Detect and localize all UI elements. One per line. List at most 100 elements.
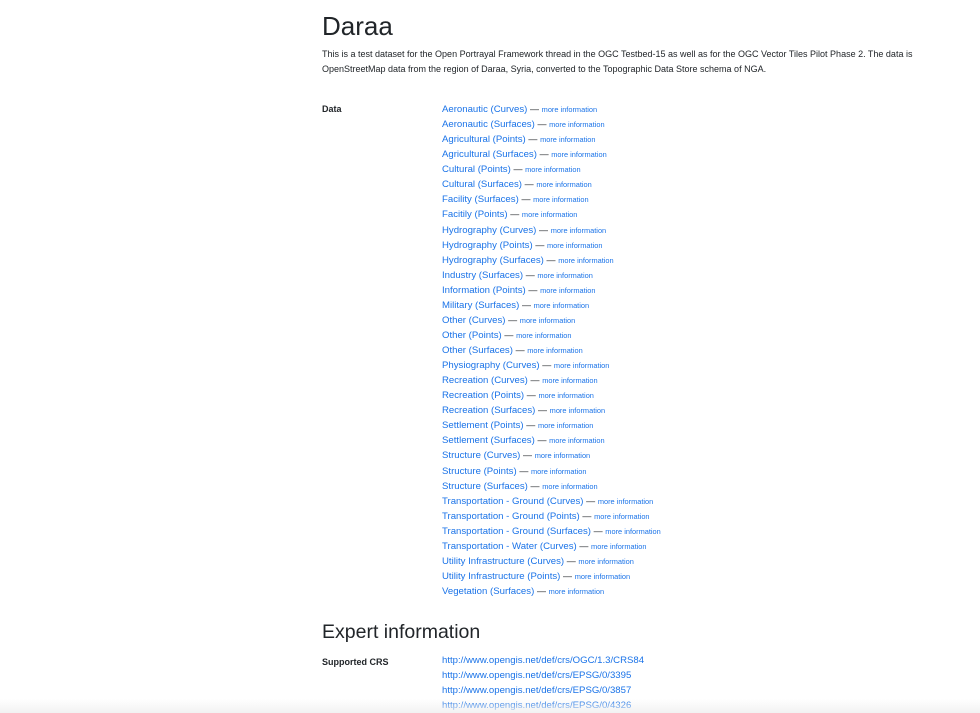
more-information-link[interactable]: more information (554, 361, 609, 370)
separator-dash: — (586, 495, 596, 506)
crs-link[interactable]: http://www.opengis.net/def/crs/EPSG/0/33… (442, 670, 631, 681)
collection-link[interactable]: Facitily (Points) (442, 209, 508, 220)
collection-item: Transportation - Ground (Curves) — more … (442, 494, 661, 509)
collection-item: Facility (Surfaces) — more information (442, 192, 661, 207)
crs-link[interactable]: http://www.opengis.net/def/crs/OGC/1.3/C… (442, 655, 644, 666)
collection-link[interactable]: Structure (Points) (442, 466, 517, 477)
collection-item: Cultural (Surfaces) — more information (442, 177, 661, 192)
more-information-link[interactable]: more information (538, 421, 593, 430)
collection-item: Other (Points) — more information (442, 328, 661, 343)
collection-link[interactable]: Recreation (Points) (442, 390, 524, 401)
dataset-description: This is a test dataset for the Open Port… (322, 47, 980, 77)
separator-dash: — (524, 179, 534, 190)
collection-link[interactable]: Transportation - Ground (Curves) (442, 496, 583, 507)
collection-link[interactable]: Recreation (Surfaces) (442, 405, 535, 416)
collection-link[interactable]: Hydrography (Surfaces) (442, 255, 544, 266)
separator-dash: — (582, 510, 592, 521)
more-information-link[interactable]: more information (536, 180, 591, 189)
more-information-link[interactable]: more information (549, 587, 604, 596)
collection-link[interactable]: Transportation - Ground (Surfaces) (442, 526, 591, 537)
collection-link[interactable]: Hydrography (Curves) (442, 225, 536, 236)
more-information-link[interactable]: more information (551, 226, 606, 235)
more-information-link[interactable]: more information (533, 195, 588, 204)
more-information-link[interactable]: more information (540, 286, 595, 295)
more-information-link[interactable]: more information (542, 482, 597, 491)
more-information-link[interactable]: more information (531, 467, 586, 476)
collection-link[interactable]: Other (Curves) (442, 315, 505, 326)
more-information-link[interactable]: more information (537, 271, 592, 280)
collection-link[interactable]: Transportation - Water (Curves) (442, 541, 577, 552)
more-information-link[interactable]: more information (551, 150, 606, 159)
more-information-link[interactable]: more information (542, 376, 597, 385)
description-line-1: This is a test dataset for the Open Port… (322, 49, 913, 59)
separator-dash: — (535, 239, 545, 250)
separator-dash: — (546, 254, 556, 265)
separator-dash: — (539, 224, 549, 235)
separator-dash: — (579, 540, 589, 551)
collection-link[interactable]: Other (Surfaces) (442, 345, 513, 356)
collection-link[interactable]: Agricultural (Surfaces) (442, 149, 537, 160)
separator-dash: — (537, 119, 547, 130)
more-information-link[interactable]: more information (547, 241, 602, 250)
collection-link[interactable]: Hydrography (Points) (442, 240, 533, 251)
bottom-fade (0, 699, 980, 713)
collection-link[interactable]: Cultural (Surfaces) (442, 179, 522, 190)
more-information-link[interactable]: more information (605, 527, 660, 536)
collection-link[interactable]: Military (Surfaces) (442, 300, 519, 311)
collection-link[interactable]: Aeronautic (Curves) (442, 104, 527, 115)
more-information-link[interactable]: more information (598, 497, 653, 506)
collection-item: Transportation - Ground (Surfaces) — mor… (442, 524, 661, 539)
more-information-link[interactable]: more information (594, 512, 649, 521)
separator-dash: — (510, 209, 520, 220)
more-information-link[interactable]: more information (540, 135, 595, 144)
more-information-link[interactable]: more information (538, 391, 593, 400)
collection-link[interactable]: Physiography (Curves) (442, 360, 540, 371)
collection-link[interactable]: Vegetation (Surfaces) (442, 586, 534, 597)
collection-item: Physiography (Curves) — more information (442, 358, 661, 373)
collection-link[interactable]: Transportation - Ground (Points) (442, 511, 580, 522)
collection-link[interactable]: Facility (Surfaces) (442, 194, 519, 205)
page-title: Daraa (322, 11, 393, 41)
collection-link[interactable]: Structure (Surfaces) (442, 481, 528, 492)
more-information-link[interactable]: more information (575, 572, 630, 581)
more-information-link[interactable]: more information (534, 301, 589, 310)
more-information-link[interactable]: more information (525, 165, 580, 174)
collection-item: Structure (Curves) — more information (442, 448, 661, 463)
collection-link[interactable]: Recreation (Curves) (442, 375, 528, 386)
separator-dash: — (530, 375, 540, 386)
collection-item: Other (Surfaces) — more information (442, 343, 661, 358)
more-information-link[interactable]: more information (591, 542, 646, 551)
collection-list: Aeronautic (Curves) — more information Ae… (442, 102, 661, 599)
more-information-link[interactable]: more information (520, 316, 575, 325)
more-information-link[interactable]: more information (535, 451, 590, 460)
more-information-link[interactable]: more information (527, 346, 582, 355)
more-information-link[interactable]: more information (522, 210, 577, 219)
collection-link[interactable]: Other (Points) (442, 330, 502, 341)
separator-dash: — (563, 570, 573, 581)
collection-item: Transportation - Ground (Points) — more … (442, 509, 661, 524)
separator-dash: — (528, 284, 538, 295)
collection-link[interactable]: Utility Infrastructure (Points) (442, 571, 560, 582)
more-information-link[interactable]: more information (578, 557, 633, 566)
collection-link[interactable]: Industry (Surfaces) (442, 270, 523, 281)
collection-item: Recreation (Surfaces) — more information (442, 403, 661, 418)
collection-link[interactable]: Agricultural (Points) (442, 134, 526, 145)
collection-item: Agricultural (Surfaces) — more informati… (442, 147, 661, 162)
collection-item: Recreation (Curves) — more information (442, 373, 661, 388)
separator-dash: — (542, 360, 552, 371)
more-information-link[interactable]: more information (542, 105, 597, 114)
collection-link[interactable]: Aeronautic (Surfaces) (442, 119, 535, 130)
crs-link[interactable]: http://www.opengis.net/def/crs/EPSG/0/38… (442, 685, 631, 696)
collection-link[interactable]: Settlement (Points) (442, 420, 524, 431)
more-information-link[interactable]: more information (516, 331, 571, 340)
collection-link[interactable]: Settlement (Surfaces) (442, 435, 535, 446)
collection-link[interactable]: Structure (Curves) (442, 450, 520, 461)
collection-link[interactable]: Utility Infrastructure (Curves) (442, 556, 564, 567)
more-information-link[interactable]: more information (549, 436, 604, 445)
collection-link[interactable]: Information (Points) (442, 285, 526, 296)
more-information-link[interactable]: more information (550, 406, 605, 415)
more-information-link[interactable]: more information (549, 120, 604, 129)
collection-item: Aeronautic (Surfaces) — more information (442, 117, 661, 132)
more-information-link[interactable]: more information (558, 256, 613, 265)
collection-link[interactable]: Cultural (Points) (442, 164, 511, 175)
